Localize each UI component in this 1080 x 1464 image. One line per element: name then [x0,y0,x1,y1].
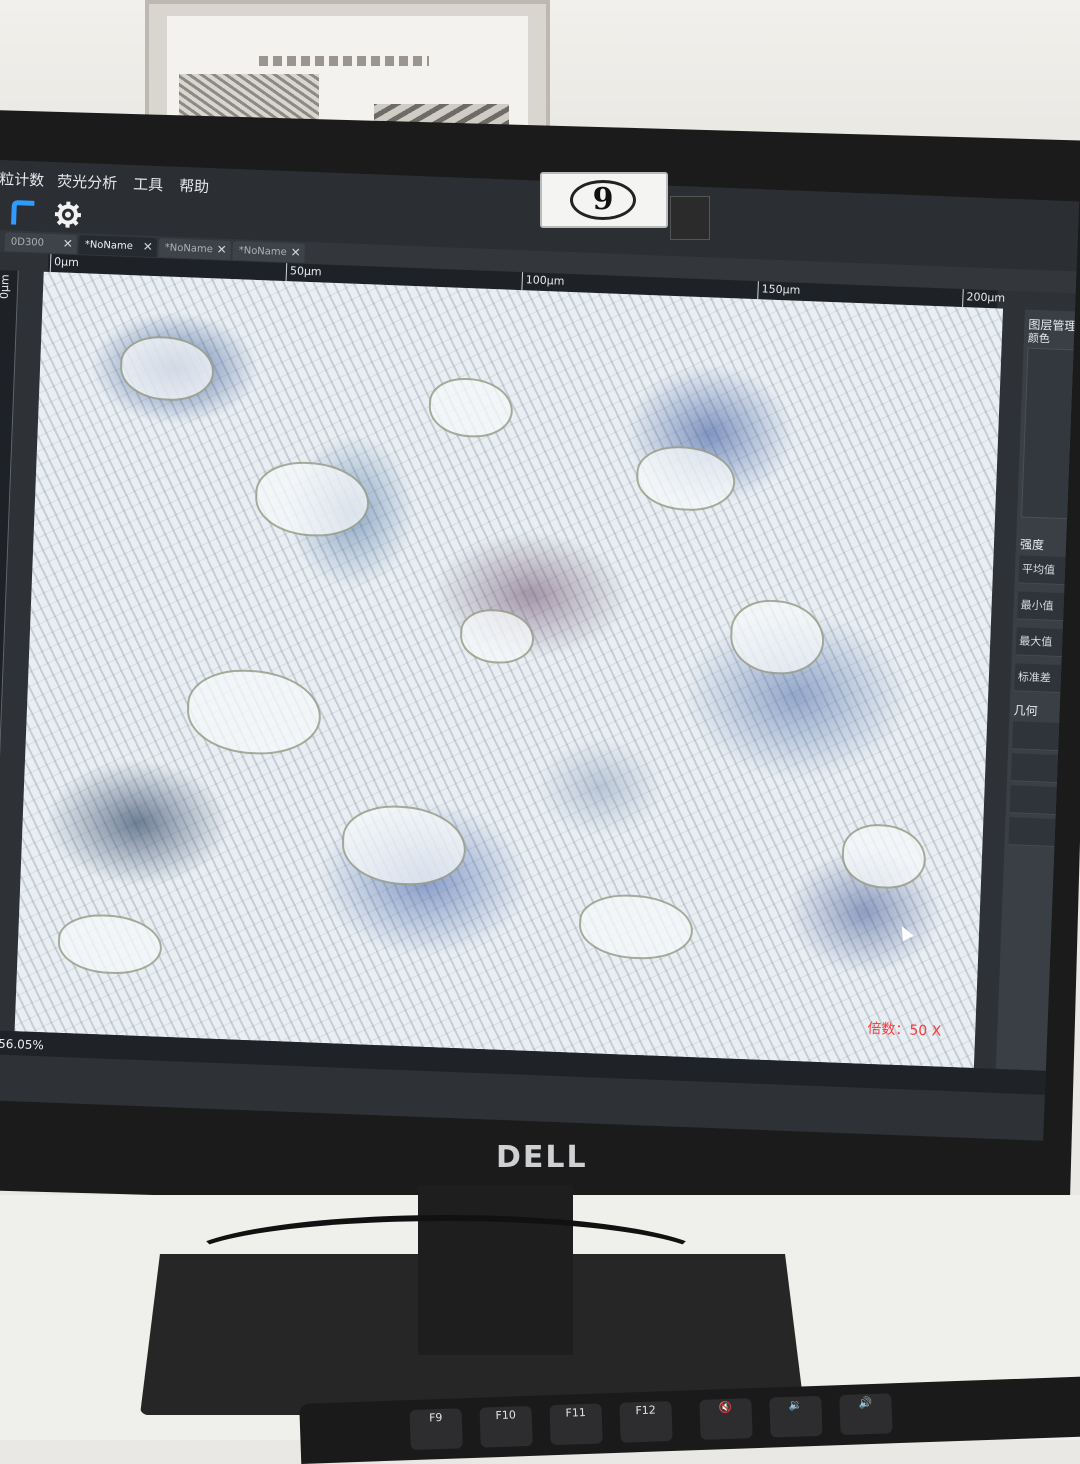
mute-key-icon[interactable]: 🔇 [699,1398,752,1440]
key-f11[interactable]: F11 [549,1403,602,1445]
monitor-cable [180,1215,712,1307]
menu-item-fluorescence[interactable]: 荧光分析 [57,170,118,193]
ferrite-grain [119,335,215,403]
volume-down-key-icon[interactable]: 🔉 [769,1396,822,1438]
picture-caption [259,56,429,66]
key-f9[interactable]: F9 [409,1408,462,1450]
app-window: 粒计数 荧光分析 工具 帮助 0D300 ✕ *NoName ✕ [0,160,1079,1141]
menu-item-tools[interactable]: 工具 [133,173,164,195]
tab-0d300[interactable]: 0D300 ✕ [5,232,78,254]
tab-noname-3[interactable]: *NoName ✕ [232,241,305,263]
ruler-tick: 200µm [962,289,964,307]
tab-noname-2[interactable]: *NoName ✕ [158,238,231,260]
scale-status: 比例:56.05% [0,1034,44,1054]
ferrite-grain [428,377,514,439]
ruler-tick-label: 100µm [523,273,565,288]
tab-label: *NoName [85,239,133,252]
monitor-brand-logo: DELL [496,1140,588,1175]
ruler-tick-label: 150µm [758,282,800,297]
key-f10[interactable]: F10 [479,1406,532,1448]
menu-item-help[interactable]: 帮助 [179,175,210,197]
ferrite-grain [254,460,371,538]
ruler-tick-label: 0µm [51,255,79,269]
ruler-tick: 50µm [286,263,288,281]
tab-label: 0D300 [11,236,45,248]
gear-icon[interactable] [53,200,82,229]
tab-noname-active[interactable]: *NoName ✕ [78,235,157,257]
geometry-label: 几何 [1013,701,1038,719]
ferrite-grain [841,823,927,890]
color-label: 颜色 [1028,330,1051,347]
menu-item-particle-count[interactable]: 粒计数 [0,168,45,191]
monitor-number-tag: 9 [540,172,668,228]
close-icon[interactable]: ✕ [62,234,73,253]
ruler-tick: 0µm [50,254,52,272]
close-icon[interactable]: ✕ [290,243,301,262]
corner-tool-icon[interactable] [9,198,38,227]
intensity-label: 强度 [1020,535,1045,553]
ruler-tick-label: 50µm [287,264,322,278]
close-icon[interactable]: ✕ [142,238,153,257]
ferrite-grain [57,913,163,976]
microscope-image[interactable]: 倍数：50 X [15,272,1003,1068]
ferrite-grain [729,598,826,676]
tag-number: 9 [570,180,636,220]
vertical-ruler: 0µm [0,270,19,1030]
ferrite-grain [578,893,694,961]
tab-label: *NoName [238,245,286,258]
close-icon[interactable]: ✕ [216,240,227,259]
magnification-label: 倍数：50 X [867,1018,942,1041]
ruler-tick: 150µm [757,281,759,299]
ruler-tick: 100µm [521,272,523,290]
volume-up-key-icon[interactable]: 🔊 [839,1393,892,1435]
tape-strip [670,196,710,240]
ferrite-grain [459,608,535,665]
ferrite-grain [185,668,322,757]
tab-label: *NoName [165,242,213,255]
ferrite-grain [341,804,468,888]
key-f12[interactable]: F12 [619,1401,672,1443]
ruler-tick-label: 200µm [963,290,1005,305]
ferrite-grain [635,445,736,513]
mouse-cursor-icon [896,923,913,941]
ruler-left-label: 0µm [0,274,12,299]
